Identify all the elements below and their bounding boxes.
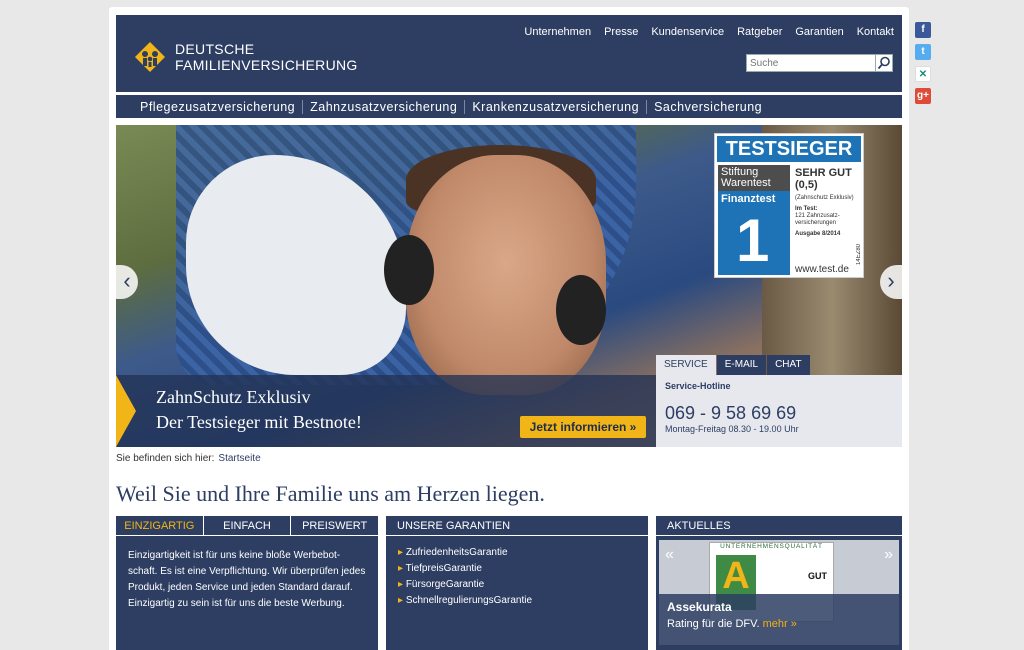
badge-product: (Zahnschutz Exklusiv) xyxy=(795,195,854,201)
headphone-left xyxy=(384,235,434,305)
brand-line-1: DEUTSCHE xyxy=(175,41,255,57)
slider-prev-icon[interactable]: ‹ xyxy=(116,265,138,299)
googleplus-icon[interactable]: g+ xyxy=(915,88,931,104)
badge-test-label: Im Test: xyxy=(795,206,818,212)
page-title: Weil Sie und Ihre Familie uns am Herzen … xyxy=(116,481,545,506)
family-logo-icon xyxy=(133,40,167,74)
guarantees-heading: UNSERE GARANTIEN xyxy=(386,516,648,536)
badge-testsieger: TESTSIEGER xyxy=(717,136,861,162)
service-tabs: SERVICE E-MAIL CHAT xyxy=(656,355,902,375)
badge-test-count: 121 Zahnzusatz-versicherungen xyxy=(795,213,840,226)
badge-finanztest: Finanztest 1 xyxy=(718,191,790,275)
badge-finanztest-label: Finanztest xyxy=(721,193,776,205)
topnav-kontakt[interactable]: Kontakt xyxy=(857,26,894,38)
news-heading: AKTUELLES xyxy=(656,516,902,536)
promo-banner: ZahnSchutz Exklusiv Der Testsieger mit B… xyxy=(116,375,656,447)
news-prev-icon[interactable]: « xyxy=(665,546,674,564)
nav-sachversicherung[interactable]: Sachversicherung xyxy=(647,100,769,114)
breadcrumb-startseite[interactable]: Startseite xyxy=(218,453,260,464)
tab-chat[interactable]: CHAT xyxy=(767,355,810,375)
nav-pflegezusatzversicherung[interactable]: Pflegezusatzversicherung xyxy=(133,99,304,114)
page-container: DEUTSCHE FAMILIENVERSICHERUNG Unternehme… xyxy=(109,7,909,650)
tab-service[interactable]: SERVICE xyxy=(656,355,716,375)
hero-slider: ‹ › TESTSIEGER Stiftung Warentest Finanz… xyxy=(116,125,902,447)
guarantee-zufriedenheit[interactable]: ZufriedenheitsGarantie xyxy=(398,545,636,561)
tab-einzigartig[interactable]: EINZIGARTIG xyxy=(116,516,204,535)
twitter-icon[interactable]: t xyxy=(915,44,931,60)
breadcrumb: Sie befinden sich hier: Startseite xyxy=(116,453,261,464)
news-more-link[interactable]: mehr » xyxy=(763,618,797,630)
values-text: Einzigartigkeit ist für uns keine bloße … xyxy=(128,550,366,609)
guarantees-list: ZufriedenheitsGarantie TiefpreisGarantie… xyxy=(386,536,648,618)
news-next-icon[interactable]: » xyxy=(884,546,893,564)
news-slider: UNTERNEHMENSQUALITÄT A GUT « » Assekurat… xyxy=(659,540,899,645)
news-text: Rating für die DFV. xyxy=(667,618,760,630)
xing-icon[interactable]: ✕ xyxy=(915,66,931,82)
badge-issue: Ausgabe 8/2014 xyxy=(795,231,841,237)
news-box: AKTUELLES UNTERNEHMENSQUALITÄT A GUT « »… xyxy=(656,516,902,650)
search-icon[interactable] xyxy=(875,55,892,71)
badge-id: 14EZ80 xyxy=(856,243,862,265)
nav-krankenzusatzversicherung[interactable]: Krankenzusatzversicherung xyxy=(465,99,648,114)
news-description: Rating für die DFV. mehr » xyxy=(667,618,891,630)
badge-one-icon: 1 xyxy=(736,207,770,274)
service-panel: SERVICE E-MAIL CHAT Service-Hotline 069 … xyxy=(656,355,902,447)
promo-line-1: ZahnSchutz Exklusiv xyxy=(156,387,311,407)
topnav-garantien[interactable]: Garantien xyxy=(795,26,843,38)
topnav-unternehmen[interactable]: Unternehmen xyxy=(524,26,591,38)
guarantees-box: UNSERE GARANTIEN ZufriedenheitsGarantie … xyxy=(386,516,648,650)
brand-name: DEUTSCHE FAMILIENVERSICHERUNG xyxy=(175,41,358,73)
topnav-presse[interactable]: Presse xyxy=(604,26,638,38)
guarantee-tiefpreis[interactable]: TiefpreisGarantie xyxy=(398,561,636,577)
service-phone[interactable]: 069 - 9 58 69 69 xyxy=(665,403,893,424)
values-box: EINZIGARTIG EINFACH PREISWERT Einzigarti… xyxy=(116,516,378,650)
tab-email[interactable]: E-MAIL xyxy=(716,355,767,375)
badge-grade: SEHR GUT (0,5) xyxy=(795,167,852,191)
values-tabs: EINZIGARTIG EINFACH PREISWERT xyxy=(116,516,378,536)
promo-triangle-icon xyxy=(116,375,136,447)
news-title: Assekurata xyxy=(667,600,732,614)
badge-details: SEHR GUT (0,5) (Zahnschutz Exklusiv) Im … xyxy=(795,167,861,238)
nav-zahnzusatzversicherung[interactable]: Zahnzusatzversicherung xyxy=(303,99,466,114)
breadcrumb-label: Sie befinden sich hier: xyxy=(116,453,215,464)
tab-einfach[interactable]: EINFACH xyxy=(204,516,292,535)
promo-line-2: Der Testsieger mit Bestnote! xyxy=(156,412,362,432)
service-body: Service-Hotline 069 - 9 58 69 69 Montag-… xyxy=(656,375,902,447)
service-hotline-label: Service-Hotline xyxy=(665,381,731,391)
badge-stiftung-warentest: Stiftung Warentest xyxy=(718,165,790,191)
guarantee-fuersorge[interactable]: FürsorgeGarantie xyxy=(398,577,636,593)
site-header: DEUTSCHE FAMILIENVERSICHERUNG Unternehme… xyxy=(116,15,902,95)
jetzt-informieren-button[interactable]: Jetzt informieren » xyxy=(520,416,646,438)
promo-title: ZahnSchutz Exklusiv Der Testsieger mit B… xyxy=(156,385,362,435)
service-hours: Montag-Freitag 08.30 - 19.00 Uhr xyxy=(665,424,799,434)
main-navigation: Pflegezusatzversicherung Zahnzusatzversi… xyxy=(116,92,902,118)
cert-header: UNTERNEHMENSQUALITÄT xyxy=(720,543,823,550)
search-input[interactable] xyxy=(747,55,875,71)
brand-line-2: FAMILIENVERSICHERUNG xyxy=(175,57,358,73)
logo[interactable]: DEUTSCHE FAMILIENVERSICHERUNG xyxy=(133,40,358,74)
social-bar: f t ✕ g+ xyxy=(915,22,933,110)
tab-preiswert[interactable]: PREISWERT xyxy=(291,516,378,535)
testsieger-badge: TESTSIEGER Stiftung Warentest Finanztest… xyxy=(714,133,864,278)
badge-left: Stiftung Warentest Finanztest 1 xyxy=(718,165,790,275)
guarantee-schnellregulierung[interactable]: SchnellregulierungsGarantie xyxy=(398,593,636,609)
search-box xyxy=(746,54,893,72)
headphone-right xyxy=(556,275,606,345)
news-caption: Assekurata Rating für die DFV. mehr » xyxy=(659,594,899,645)
top-navigation: Unternehmen Presse Kundenservice Ratgebe… xyxy=(524,26,894,38)
cert-grade: GUT xyxy=(808,571,827,581)
badge-website: www.test.de xyxy=(795,264,849,275)
topnav-ratgeber[interactable]: Ratgeber xyxy=(737,26,782,38)
facebook-icon[interactable]: f xyxy=(915,22,931,38)
topnav-kundenservice[interactable]: Kundenservice xyxy=(651,26,724,38)
